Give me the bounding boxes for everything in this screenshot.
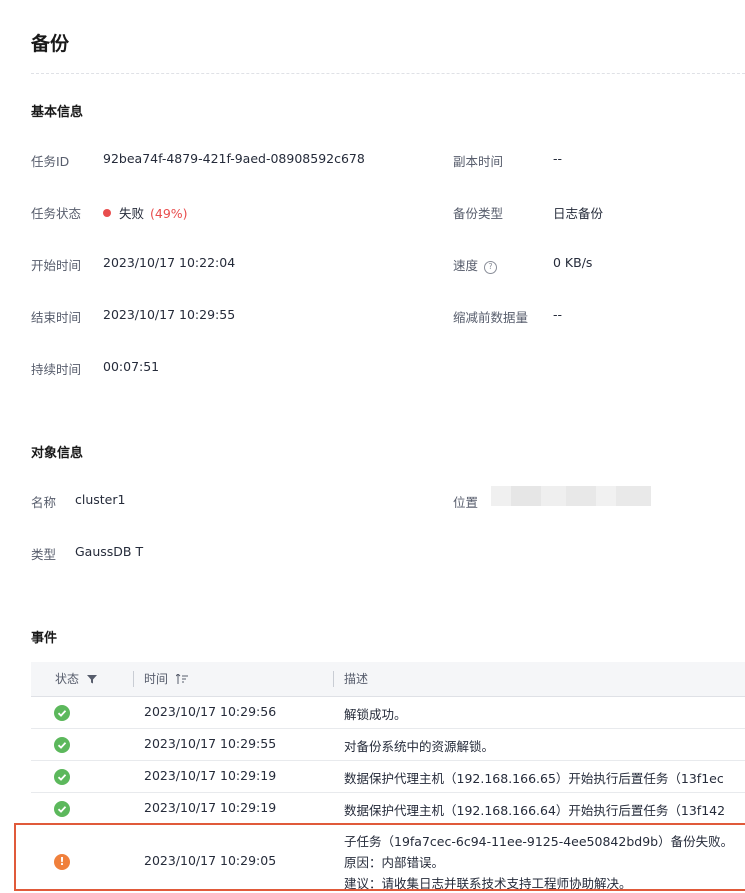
event-time: 2023/10/17 10:29:56 xyxy=(144,704,277,719)
sort-icon[interactable] xyxy=(175,663,188,697)
backup-type-label: 备份类型 xyxy=(453,206,504,221)
location-label: 位置 xyxy=(453,495,479,510)
column-status-label: 状态 xyxy=(55,672,80,686)
end-time-label: 结束时间 xyxy=(31,310,82,325)
page-title: 备份 xyxy=(31,33,70,55)
replica-time-label: 副本时间 xyxy=(453,154,504,169)
table-row: 2023/10/17 10:29:55 对备份系统中的资源解锁。 xyxy=(31,729,745,761)
highlight-box xyxy=(14,823,745,891)
task-status-text: 失败 xyxy=(119,206,145,221)
speed-label-text: 速度 xyxy=(453,258,479,273)
location-value-masked xyxy=(491,486,651,506)
event-time: 2023/10/17 10:29:55 xyxy=(144,736,277,751)
task-id-value: 92bea74f-4879-421f-9aed-08908592c678 xyxy=(103,151,365,166)
filter-icon[interactable] xyxy=(86,663,97,697)
event-description: 解锁成功。 xyxy=(344,707,407,722)
column-time-label: 时间 xyxy=(144,672,169,686)
object-info-section-title: 对象信息 xyxy=(31,446,84,461)
basic-info-section-title: 基本信息 xyxy=(31,105,84,120)
speed-value: 0 KB/s xyxy=(553,255,593,270)
object-name-value: cluster1 xyxy=(75,492,126,507)
success-icon xyxy=(54,737,70,753)
status-dot-icon xyxy=(103,209,111,217)
success-icon xyxy=(54,705,70,721)
event-description: 数据保护代理主机（192.168.166.64）开始执行后置任务（13f142 xyxy=(344,803,726,818)
help-icon[interactable]: ? xyxy=(484,260,498,274)
table-row: 2023/10/17 10:29:19 数据保护代理主机（192.168.166… xyxy=(31,761,745,793)
task-id-label: 任务ID xyxy=(31,154,70,169)
duration-value: 00:07:51 xyxy=(103,359,160,374)
task-status-value: 失败 (49%) xyxy=(103,203,188,222)
duration-label: 持续时间 xyxy=(31,362,82,377)
title-divider xyxy=(31,73,745,74)
events-section-title: 事件 xyxy=(31,631,58,646)
event-description: 对备份系统中的资源解锁。 xyxy=(344,739,495,754)
event-time: 2023/10/17 10:29:19 xyxy=(144,768,277,783)
event-description: 数据保护代理主机（192.168.166.65）开始执行后置任务（13f1ec xyxy=(344,771,724,786)
column-description: 描述 xyxy=(344,672,369,686)
object-type-label: 类型 xyxy=(31,547,57,562)
success-icon xyxy=(54,801,70,817)
replica-time-value: -- xyxy=(553,151,563,166)
pre-reduction-value: -- xyxy=(553,307,563,322)
table-row: 2023/10/17 10:29:56 解锁成功。 xyxy=(31,697,745,729)
event-time: 2023/10/17 10:29:19 xyxy=(144,800,277,815)
object-name-label: 名称 xyxy=(31,495,57,510)
events-table-header: 状态 时间 描述 xyxy=(31,662,745,697)
column-separator xyxy=(133,671,134,687)
start-time-label: 开始时间 xyxy=(31,258,82,273)
speed-label: 速度? xyxy=(453,255,498,274)
table-row: 2023/10/17 10:29:19 数据保护代理主机（192.168.166… xyxy=(31,793,745,825)
start-time-value: 2023/10/17 10:22:04 xyxy=(103,255,236,270)
backup-type-value: 日志备份 xyxy=(553,206,604,221)
object-type-value: GaussDB T xyxy=(75,544,144,559)
column-time[interactable]: 时间 xyxy=(144,662,188,696)
pre-reduction-label: 缩减前数据量 xyxy=(453,310,529,325)
column-separator xyxy=(333,671,334,687)
column-status[interactable]: 状态 xyxy=(55,662,97,696)
end-time-value: 2023/10/17 10:29:55 xyxy=(103,307,236,322)
task-status-label: 任务状态 xyxy=(31,206,82,221)
task-progress-percent: (49%) xyxy=(150,206,188,221)
success-icon xyxy=(54,769,70,785)
